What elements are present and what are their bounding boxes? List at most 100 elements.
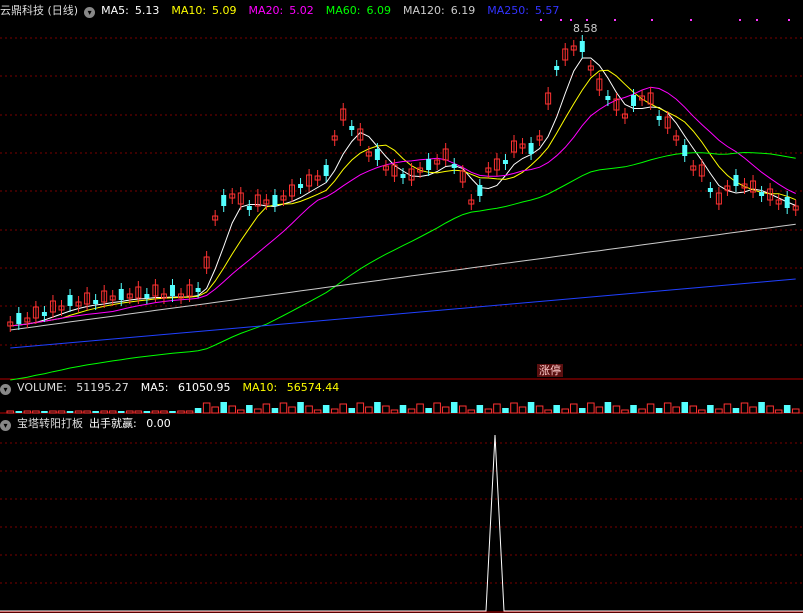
- volume-bar: [783, 405, 791, 413]
- candle-down: [323, 165, 329, 176]
- top-marker: [690, 19, 692, 21]
- volume-bar: [246, 405, 253, 413]
- volume-bar: [169, 411, 176, 413]
- volume-bar: [177, 410, 185, 414]
- volume-bar: [791, 408, 800, 414]
- ma-line: [10, 69, 796, 327]
- candle-down: [502, 160, 508, 164]
- volume-bar: [749, 406, 757, 414]
- high-price-label: 8.58: [573, 22, 598, 35]
- volume-bar: [15, 411, 23, 413]
- candle-down: [656, 116, 662, 120]
- volume-bar: [569, 403, 578, 414]
- volume-bar: [502, 408, 509, 413]
- volume-bar: [527, 402, 535, 413]
- volume-bar: [630, 405, 637, 413]
- volume-bar: [390, 409, 399, 414]
- chevron-down-icon[interactable]: ▾: [0, 384, 11, 395]
- volume-bar: [441, 406, 450, 414]
- volume-bar: [254, 408, 262, 414]
- volume-bar: [185, 410, 194, 414]
- volume-bar: [356, 402, 365, 414]
- price-chart[interactable]: [0, 0, 803, 613]
- volume-bar: [467, 409, 476, 414]
- volume-bar: [348, 408, 356, 413]
- volume-bar: [262, 403, 271, 414]
- volume-bar: [681, 402, 689, 413]
- volume-ma10-readout: MA10: 56574.44: [242, 381, 340, 394]
- volume-bar: [279, 402, 288, 414]
- grid-lines: [0, 37, 803, 613]
- volume-bar: [544, 409, 552, 414]
- volume-bar: [698, 409, 706, 414]
- volume-bar: [510, 402, 518, 414]
- volume-bar: [553, 405, 560, 413]
- candle-down: [477, 185, 483, 196]
- candle-down: [169, 285, 175, 296]
- volume-bar: [108, 410, 117, 414]
- candle-down: [579, 41, 585, 52]
- volume-bar: [458, 405, 467, 414]
- volume-bar: [6, 410, 15, 414]
- signal-readout: 出手就赢: 0.00: [89, 417, 171, 430]
- top-marker: [570, 19, 572, 21]
- volume-bar: [151, 410, 160, 414]
- volume-bar: [57, 410, 66, 414]
- candle-down: [298, 184, 304, 188]
- volume-bar: [707, 405, 714, 413]
- volume-bar: [425, 408, 432, 413]
- volume-bar: [339, 403, 348, 414]
- volume-bar: [758, 402, 765, 413]
- volume-bar: [579, 408, 586, 413]
- candle-down: [272, 195, 278, 206]
- volume-bar: [493, 403, 501, 414]
- candle-down: [144, 294, 150, 298]
- candle-down: [400, 174, 406, 178]
- volume-bar: [672, 406, 680, 414]
- candle-down: [605, 96, 611, 100]
- candle-down: [246, 206, 252, 210]
- top-markers: [540, 19, 790, 21]
- ma-line: [10, 278, 796, 349]
- volume-bar: [330, 408, 339, 414]
- ma-line: [10, 151, 796, 381]
- candle-down: [426, 159, 432, 170]
- volume-bar: [237, 409, 245, 414]
- chevron-down-icon[interactable]: ▾: [0, 420, 11, 431]
- volume-bar: [732, 408, 740, 413]
- volume-bar: [774, 409, 783, 414]
- candle-down: [349, 126, 355, 130]
- volume-readout: VOLUME: 51195.27: [17, 381, 129, 394]
- volume-bar: [621, 409, 629, 414]
- volume-bar: [32, 410, 40, 414]
- volume-bar: [66, 411, 74, 413]
- candle-down: [784, 197, 790, 208]
- volume-bar: [715, 408, 723, 414]
- top-marker: [739, 19, 741, 21]
- volume-bars: [6, 402, 800, 414]
- volume-bar: [689, 405, 698, 414]
- candle-down: [631, 95, 637, 106]
- volume-bar: [49, 410, 57, 414]
- volume-bar: [365, 406, 373, 414]
- volume-bar: [723, 403, 732, 414]
- volume-bar: [211, 406, 219, 414]
- volume-bar: [160, 410, 168, 414]
- volume-bar: [407, 408, 416, 414]
- volume-bar: [382, 405, 390, 414]
- volume-bar: [416, 403, 424, 414]
- volume-bar: [766, 405, 774, 414]
- volume-bar: [612, 405, 621, 414]
- ma-line: [10, 57, 796, 327]
- candle-down: [67, 295, 73, 306]
- volume-bar: [271, 408, 279, 413]
- volume-bar: [126, 410, 134, 414]
- candlesticks: [7, 35, 799, 332]
- candle-down: [195, 288, 201, 292]
- volume-bar: [288, 406, 296, 414]
- volume-bar: [638, 408, 646, 414]
- candle-down: [554, 66, 560, 70]
- top-marker: [586, 19, 588, 21]
- candle-down: [733, 175, 739, 186]
- signal-spike: [0, 434, 803, 612]
